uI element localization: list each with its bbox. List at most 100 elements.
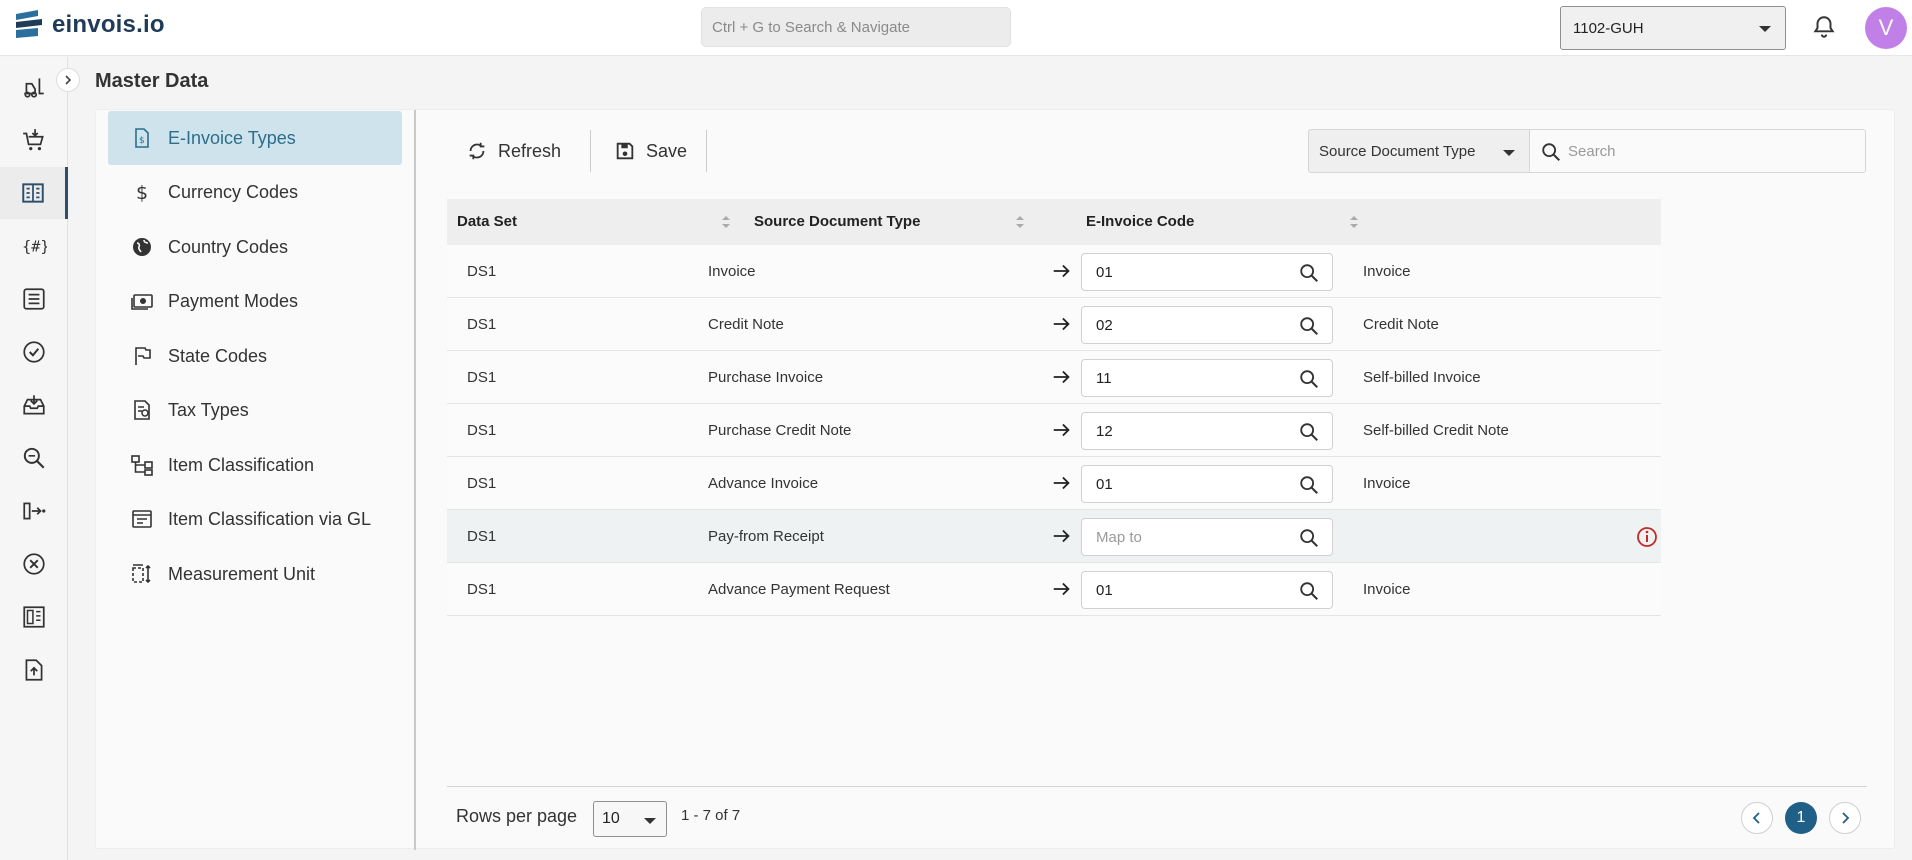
cart-download-icon bbox=[23, 129, 44, 151]
page-number-current[interactable]: 1 bbox=[1785, 802, 1817, 834]
table-row[interactable]: DS1 Pay-from Receipt Map to bbox=[447, 510, 1661, 563]
arrow-right-icon bbox=[1053, 582, 1070, 596]
e-invoice-code-input[interactable]: 01 bbox=[1081, 253, 1333, 291]
source-doc-type-filter[interactable]: Source Document Type bbox=[1308, 129, 1530, 173]
search-input[interactable]: Search bbox=[1530, 129, 1866, 173]
save-label: Save bbox=[646, 140, 688, 161]
sort-icon[interactable] bbox=[1349, 214, 1359, 230]
rail-item-codes[interactable]: {#} bbox=[0, 220, 68, 272]
next-page-button[interactable] bbox=[1829, 802, 1861, 834]
page-title: Master Data bbox=[95, 70, 209, 92]
rows-per-page-select[interactable]: 10 bbox=[593, 801, 667, 837]
cell-data-set: DS1 bbox=[467, 475, 497, 492]
cell-e-invoice-description: Invoice bbox=[1363, 475, 1411, 492]
search-icon[interactable] bbox=[1298, 368, 1320, 390]
table-row[interactable]: DS1 Purchase Invoice 11 Self-billed Invoice bbox=[447, 351, 1661, 404]
cash-icon bbox=[131, 294, 153, 310]
subnav-item-payment-modes[interactable]: Payment Modes bbox=[108, 274, 402, 328]
cell-e-invoice-description: Self-billed Invoice bbox=[1363, 369, 1481, 386]
subnav-item-label: Item Classification bbox=[168, 454, 315, 475]
rail-item-cart[interactable] bbox=[0, 114, 68, 166]
column-header-source-document-type[interactable]: Source Document Type bbox=[754, 213, 920, 230]
flag-icon bbox=[135, 347, 151, 365]
subnav-item-item-classification[interactable]: Item Classification bbox=[108, 438, 402, 492]
subnav-item-item-classification-gl[interactable]: Item Classification via GL bbox=[108, 492, 402, 546]
table-row[interactable]: DS1 Advance Payment Request 01 Invoice bbox=[447, 563, 1661, 616]
master-data-subnav: $ E-Invoice Types $ Currency Codes Count… bbox=[96, 110, 416, 850]
sort-icon[interactable] bbox=[721, 214, 731, 230]
cell-source-document-type: Advance Invoice bbox=[708, 475, 819, 492]
rail-item-approve[interactable] bbox=[0, 326, 68, 378]
subnav-item-measurement-unit[interactable]: Measurement Unit bbox=[108, 547, 402, 601]
rail-item-inbox[interactable] bbox=[0, 379, 68, 431]
top-bar: einvois.io Ctrl + G to Search & Navigate… bbox=[0, 0, 1912, 56]
svg-text:{#}: {#} bbox=[22, 237, 47, 255]
subnav-item-currency-codes[interactable]: $ Currency Codes bbox=[108, 165, 402, 219]
save-icon bbox=[616, 142, 634, 160]
expand-rail-button[interactable] bbox=[56, 68, 80, 92]
rows-per-page-value: 10 bbox=[602, 810, 620, 827]
search-icon[interactable] bbox=[1298, 421, 1320, 443]
e-invoice-code-input[interactable]: 12 bbox=[1081, 412, 1333, 450]
rail-item-upload[interactable] bbox=[0, 644, 68, 696]
subnav-item-state-codes[interactable]: State Codes bbox=[108, 329, 402, 383]
refresh-label: Refresh bbox=[498, 140, 562, 161]
book-grid-icon bbox=[21, 183, 44, 203]
cell-data-set: DS1 bbox=[467, 263, 497, 280]
search-placeholder: Search bbox=[1568, 142, 1616, 160]
rail-item-list[interactable] bbox=[0, 273, 68, 325]
e-invoice-code-input[interactable]: 11 bbox=[1081, 359, 1333, 397]
avatar[interactable]: V bbox=[1865, 7, 1907, 49]
search-icon[interactable] bbox=[1298, 262, 1320, 284]
subnav-item-label: Country Codes bbox=[168, 236, 289, 257]
forklift-icon bbox=[24, 78, 44, 98]
warning-info-icon[interactable] bbox=[1635, 525, 1659, 549]
subnav-item-label: State Codes bbox=[168, 345, 268, 366]
brand[interactable]: einvois.io bbox=[16, 10, 165, 40]
table-body: DS1 Invoice 01 Invoice DS1 Credit Note 02 Credi… bbox=[447, 245, 1661, 616]
search-icon[interactable] bbox=[1298, 315, 1320, 337]
search-icon[interactable] bbox=[1298, 474, 1320, 496]
sort-icon[interactable] bbox=[1015, 214, 1025, 230]
subnav-item-country-codes[interactable]: Country Codes bbox=[108, 220, 402, 274]
transfer-icon bbox=[23, 502, 46, 520]
table-row[interactable]: DS1 Invoice 01 Invoice bbox=[447, 245, 1661, 298]
toolbar-divider bbox=[590, 130, 591, 172]
table-row[interactable]: DS1 Credit Note 02 Credit Note bbox=[447, 298, 1661, 351]
subnav-item-e-invoice-types[interactable]: $ E-Invoice Types bbox=[108, 111, 402, 165]
company-select[interactable]: 1102-GUH bbox=[1560, 6, 1786, 50]
rail-item-master-data[interactable] bbox=[0, 167, 68, 219]
global-search-input[interactable]: Ctrl + G to Search & Navigate bbox=[701, 7, 1011, 47]
subnav-item-tax-types[interactable]: Tax Types bbox=[108, 383, 402, 437]
rail-item-dashboard[interactable] bbox=[0, 591, 68, 643]
footer-divider bbox=[447, 786, 1867, 787]
search-icon[interactable] bbox=[1298, 527, 1320, 549]
table-row[interactable]: DS1 Purchase Credit Note 12 Self-billed Cre… bbox=[447, 404, 1661, 457]
dashboard-icon bbox=[23, 606, 45, 628]
rail-item-search[interactable] bbox=[0, 432, 68, 484]
save-button[interactable]: Save bbox=[614, 126, 687, 176]
column-header-data-set[interactable]: Data Set bbox=[457, 213, 517, 230]
table-row[interactable]: DS1 Advance Invoice 01 Invoice bbox=[447, 457, 1661, 510]
cell-e-invoice-description: Credit Note bbox=[1363, 316, 1439, 333]
e-invoice-code-input[interactable]: 02 bbox=[1081, 306, 1333, 344]
refresh-icon bbox=[469, 142, 485, 160]
bell-icon[interactable] bbox=[1811, 14, 1837, 40]
column-header-e-invoice-code[interactable]: E-Invoice Code bbox=[1086, 213, 1194, 230]
cell-source-document-type: Pay-from Receipt bbox=[708, 528, 824, 545]
left-rail: {#} bbox=[0, 57, 68, 860]
previous-page-button[interactable] bbox=[1741, 802, 1773, 834]
inbox-download-icon bbox=[23, 395, 45, 415]
subnav-item-label: Payment Modes bbox=[168, 290, 299, 311]
refresh-button[interactable]: Refresh bbox=[466, 126, 561, 176]
arrow-right-icon bbox=[1053, 476, 1070, 490]
search-icon[interactable] bbox=[1298, 580, 1320, 602]
svg-text:$: $ bbox=[136, 182, 148, 204]
chevron-down-icon bbox=[1759, 26, 1771, 32]
rail-item-cancel[interactable] bbox=[0, 538, 68, 590]
e-invoice-code-input[interactable]: Map to bbox=[1081, 518, 1333, 556]
e-invoice-code-input[interactable]: 01 bbox=[1081, 571, 1333, 609]
invoice-doc-icon: $ bbox=[135, 128, 149, 148]
e-invoice-code-input[interactable]: 01 bbox=[1081, 465, 1333, 503]
rail-item-transfer[interactable] bbox=[0, 485, 68, 537]
